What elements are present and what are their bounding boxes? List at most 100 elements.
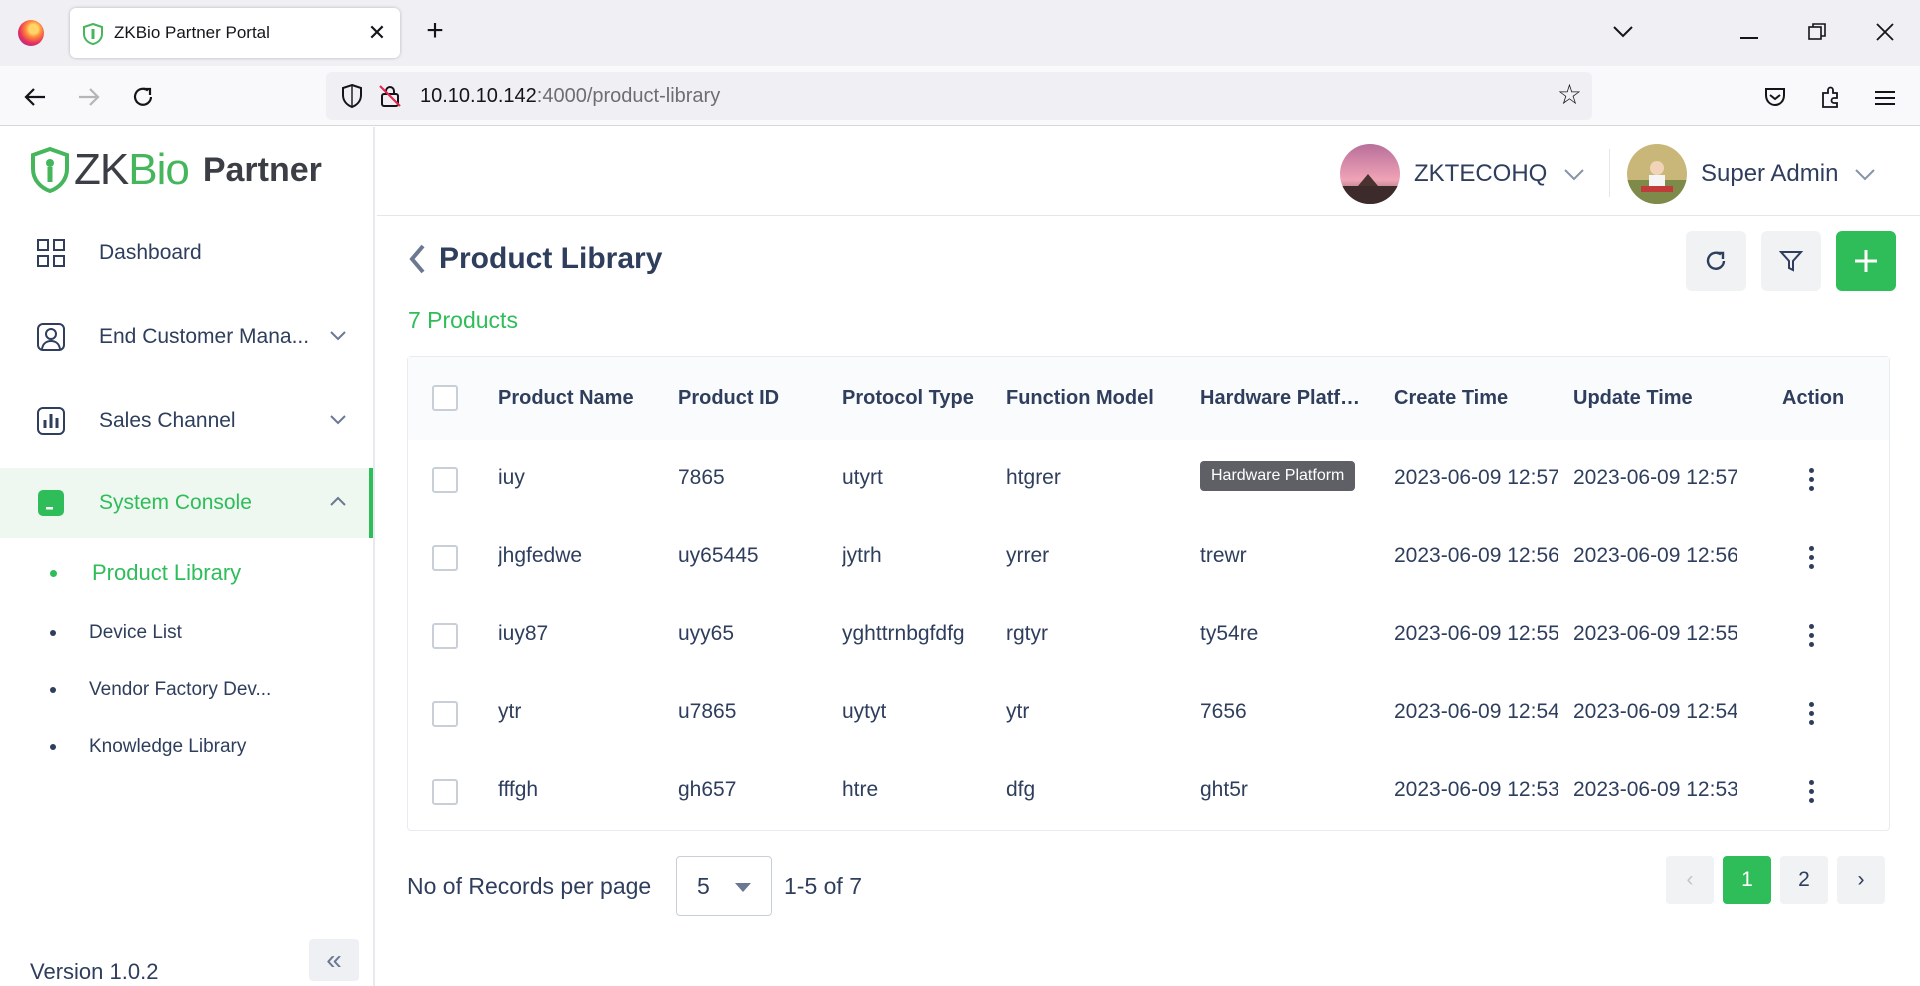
app: ZK Bio Partner Dashboard End Customer Mana… xyxy=(0,127,1920,986)
brand-partner: Partner xyxy=(202,150,322,189)
insecure-lock-icon[interactable] xyxy=(378,84,402,108)
cell-product-id: uyy65 xyxy=(678,622,735,645)
grid-icon xyxy=(37,239,65,267)
brand-zk: ZK xyxy=(74,145,129,194)
table-row[interactable]: iuy 7865 utyrt htgrer 2023-06-09 12:57 2… xyxy=(408,440,1889,518)
product-table: Product Name Product ID Protocol Type Fu… xyxy=(407,356,1890,831)
row-checkbox[interactable] xyxy=(432,623,458,649)
tracking-shield-icon[interactable] xyxy=(340,83,364,109)
url-text[interactable]: 10.10.10.142:4000/product-library xyxy=(420,85,720,108)
brand-bio: Bio xyxy=(128,145,190,194)
sidebar-item-label: Dashboard xyxy=(99,241,202,264)
column-header-update-time[interactable]: Update Time xyxy=(1573,387,1693,410)
column-header-protocol-type[interactable]: Protocol Type xyxy=(842,387,974,410)
records-per-page-select[interactable]: 5 xyxy=(676,856,772,916)
row-actions-icon[interactable] xyxy=(1801,466,1821,492)
close-window-icon[interactable] xyxy=(1860,12,1910,52)
bullet-dot xyxy=(50,687,56,693)
firefox-icon[interactable] xyxy=(18,20,44,46)
sidebar-subitem-knowledge-library[interactable]: Knowledge Library xyxy=(0,724,373,770)
hardware-platform-tooltip: Hardware Platform xyxy=(1200,461,1356,491)
back-arrow-icon[interactable] xyxy=(16,78,54,116)
browser-tab[interactable]: ZKBio Partner Portal ✕ xyxy=(70,8,400,58)
cell-function-model: htgrer xyxy=(1006,466,1061,489)
column-header-product-id[interactable]: Product ID xyxy=(678,387,779,410)
cell-hardware-platform: ght5r xyxy=(1200,778,1248,801)
row-actions-icon[interactable] xyxy=(1801,544,1821,570)
sidebar-subitem-vendor-factory[interactable]: Vendor Factory Dev... xyxy=(0,667,373,713)
select-all-checkbox[interactable] xyxy=(432,385,458,411)
table-row[interactable]: iuy87 uyy65 yghttrnbgfdfg rgtyr ty54re 2… xyxy=(408,596,1889,674)
version-label: Version 1.0.2 xyxy=(30,959,159,984)
page-2-button[interactable]: 2 xyxy=(1780,856,1828,904)
cell-create-time: 2023-06-09 12:55 xyxy=(1394,622,1558,645)
cell-protocol-type: yghttrnbgfdfg xyxy=(842,622,965,645)
tab-title: ZKBio Partner Portal xyxy=(114,23,270,42)
cell-product-id: 7865 xyxy=(678,466,725,489)
user-menu[interactable]: Super Admin xyxy=(1627,144,1878,204)
cell-function-model: rgtyr xyxy=(1006,622,1048,645)
list-tabs-icon[interactable] xyxy=(1598,12,1648,52)
brand-logo[interactable]: ZK Bio Partner xyxy=(30,145,322,195)
column-header-product-name[interactable]: Product Name xyxy=(498,387,634,410)
pocket-icon[interactable] xyxy=(1756,78,1794,116)
sidebar-subitem-product-library[interactable]: Product Library xyxy=(0,550,373,596)
close-tab-icon[interactable]: ✕ xyxy=(362,18,392,48)
row-actions-icon[interactable] xyxy=(1801,700,1821,726)
sidebar-item-label: System Console xyxy=(99,491,252,514)
sidebar-item-end-customer[interactable]: End Customer Mana... xyxy=(0,302,373,372)
reload-icon[interactable] xyxy=(124,78,162,116)
column-header-function-model[interactable]: Function Model xyxy=(1006,387,1154,410)
page-1-button[interactable]: 1 xyxy=(1723,856,1771,904)
sidebar-item-dashboard[interactable]: Dashboard xyxy=(0,218,373,288)
cell-hardware-platform: 7656 xyxy=(1200,700,1247,723)
cell-update-time: 2023-06-09 12:54 xyxy=(1573,700,1737,723)
url-host: 10.10.10.142 xyxy=(420,85,537,107)
add-product-button[interactable] xyxy=(1836,231,1896,291)
table-row[interactable]: fffgh gh657 htre dfg ght5r 2023-06-09 12… xyxy=(408,752,1889,830)
row-checkbox[interactable] xyxy=(432,701,458,727)
cell-update-time: 2023-06-09 12:57 xyxy=(1573,466,1737,489)
cell-create-time: 2023-06-09 12:57 xyxy=(1394,466,1558,489)
sidebar-item-label: End Customer Mana... xyxy=(99,325,310,348)
row-actions-icon[interactable] xyxy=(1801,622,1821,648)
zkbio-shield-icon xyxy=(31,147,69,193)
row-checkbox[interactable] xyxy=(432,545,458,571)
next-page-button[interactable]: › xyxy=(1837,856,1885,904)
zkbio-shield-icon xyxy=(83,23,103,45)
sidebar-subitem-device-list[interactable]: Device List xyxy=(0,610,373,656)
row-actions-icon[interactable] xyxy=(1801,778,1821,804)
prev-page-button[interactable]: ‹ xyxy=(1666,856,1714,904)
cell-function-model: ytr xyxy=(1006,700,1030,723)
filter-button[interactable] xyxy=(1761,231,1821,291)
restore-icon[interactable] xyxy=(1792,12,1842,52)
hamburger-menu-icon[interactable] xyxy=(1866,78,1904,116)
collapse-sidebar-button[interactable]: « xyxy=(309,939,359,981)
sidebar-item-sales-channel[interactable]: Sales Channel xyxy=(0,386,373,456)
row-checkbox[interactable] xyxy=(432,779,458,805)
sidebar-item-label: Sales Channel xyxy=(99,409,236,432)
column-header-create-time[interactable]: Create Time xyxy=(1394,387,1508,410)
cell-product-name: iuy87 xyxy=(498,622,549,645)
column-header-hardware-platform[interactable]: Hardware Platf… xyxy=(1200,387,1360,410)
extensions-icon[interactable] xyxy=(1812,78,1850,116)
forward-arrow-icon[interactable] xyxy=(70,78,108,116)
table-row[interactable]: ytr u7865 uytyt ytr 7656 2023-06-09 12:5… xyxy=(408,674,1889,752)
refresh-button[interactable] xyxy=(1686,231,1746,291)
sidebar-item-system-console[interactable]: System Console xyxy=(0,468,373,538)
table-header: Product Name Product ID Protocol Type Fu… xyxy=(408,357,1889,440)
minimize-icon[interactable] xyxy=(1724,12,1774,52)
page-title: Product Library xyxy=(439,242,663,275)
user-square-icon xyxy=(37,323,65,351)
row-checkbox[interactable] xyxy=(432,467,458,493)
company-name: ZKTECOHQ xyxy=(1414,160,1548,187)
console-icon xyxy=(38,490,64,516)
company-switcher[interactable]: ZKTECOHQ xyxy=(1340,144,1587,204)
bookmark-star-icon[interactable]: ☆ xyxy=(1557,80,1582,110)
back-chevron-icon[interactable] xyxy=(407,242,429,276)
cell-create-time: 2023-06-09 12:56 xyxy=(1394,544,1558,567)
chevron-down-icon xyxy=(330,331,346,341)
new-tab-button[interactable]: + xyxy=(418,15,452,49)
table-row[interactable]: jhgfedwe uy65445 jytrh yrrer trewr 2023-… xyxy=(408,518,1889,596)
url-bar[interactable]: 10.10.10.142:4000/product-library ☆ xyxy=(326,72,1592,120)
